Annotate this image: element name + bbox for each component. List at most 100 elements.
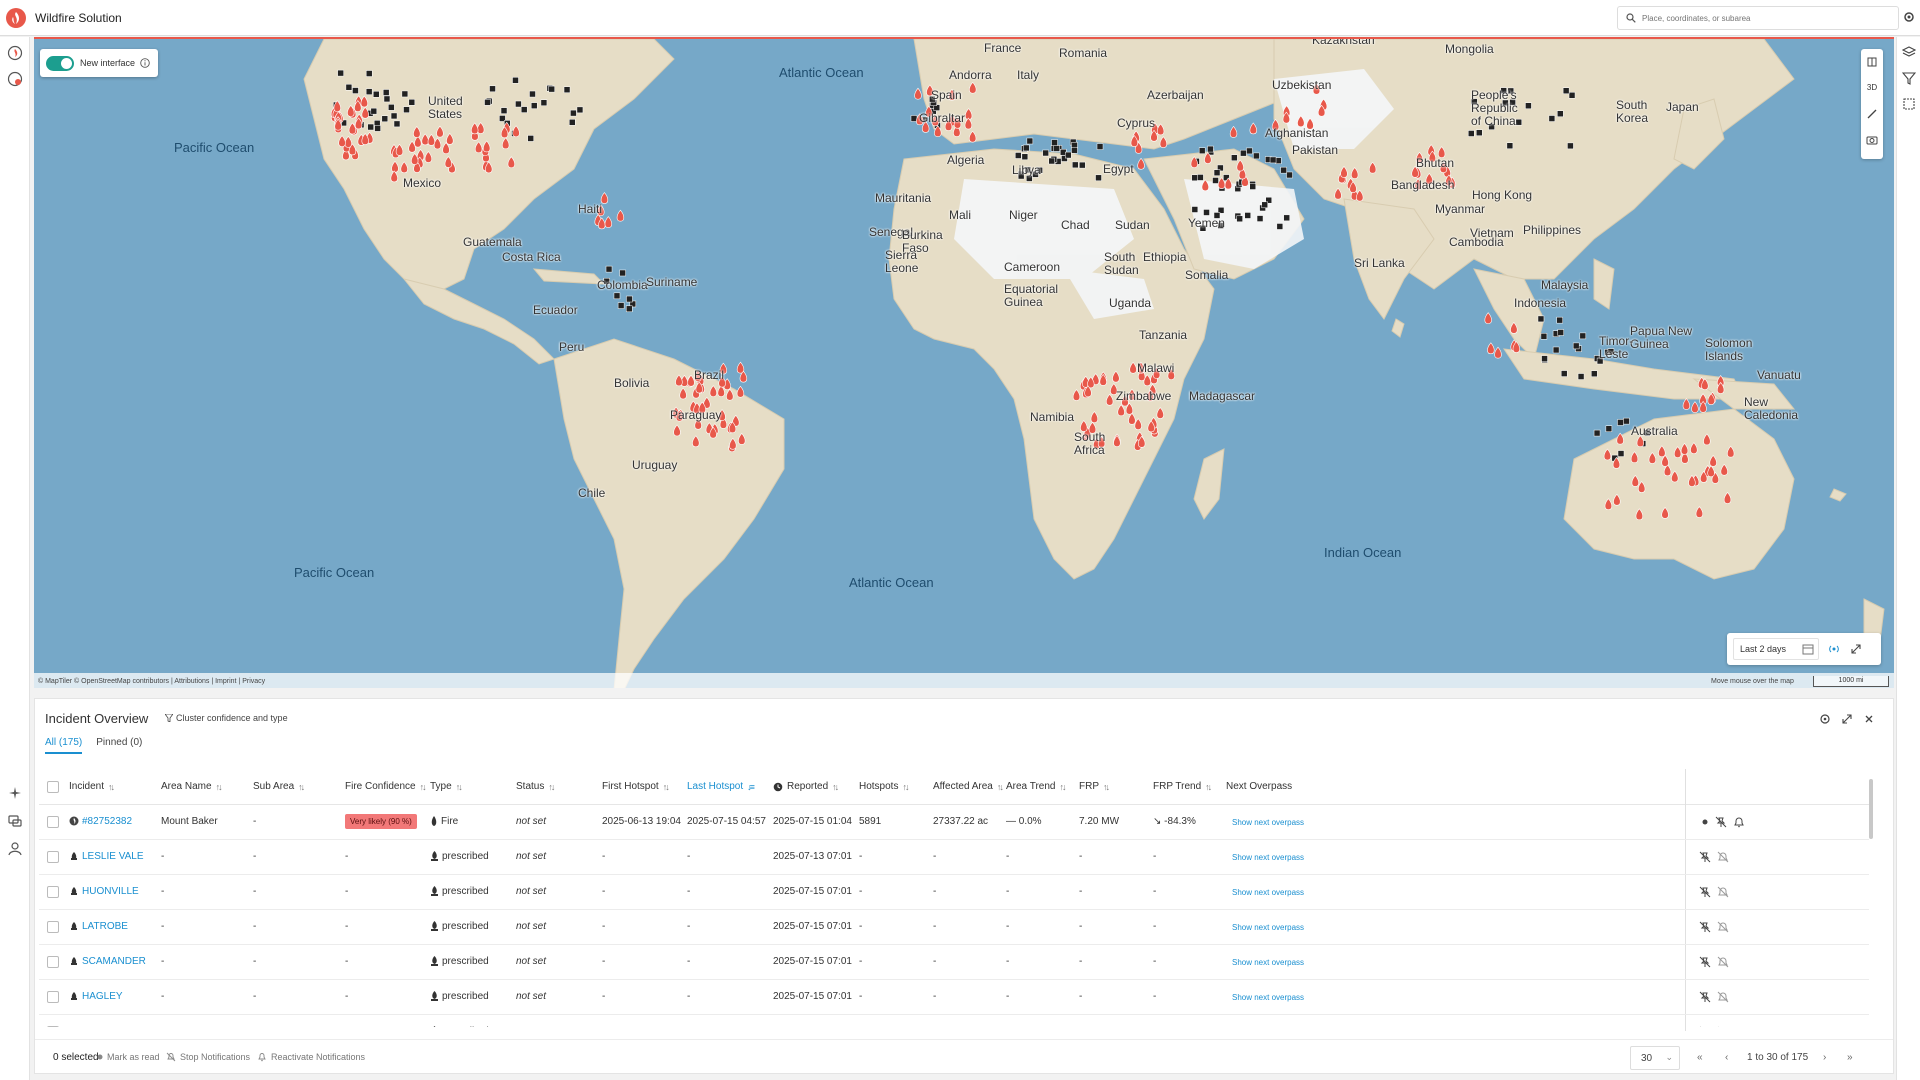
status-cell[interactable]: not set — [516, 991, 546, 1002]
industrial-marker[interactable] — [529, 90, 536, 98]
industrial-marker[interactable] — [570, 109, 577, 117]
3d-view-button[interactable]: 3D — [1865, 81, 1879, 95]
fire-globe-icon[interactable] — [7, 45, 23, 61]
industrial-marker[interactable] — [408, 99, 416, 106]
row-checkbox[interactable] — [47, 921, 59, 933]
pin-off-icon[interactable] — [1699, 886, 1711, 898]
bell-off-icon[interactable] — [1717, 991, 1729, 1003]
industrial-marker[interactable] — [1556, 316, 1563, 324]
next-page-button[interactable]: › — [1823, 1052, 1826, 1063]
reactivate-notifications-button[interactable]: Reactivate Notifications — [257, 1052, 365, 1062]
row-checkbox[interactable] — [47, 956, 59, 968]
industrial-marker[interactable] — [1096, 143, 1104, 150]
first-page-button[interactable]: « — [1697, 1052, 1703, 1063]
industrial-marker[interactable] — [605, 265, 613, 273]
bell-off-icon[interactable] — [1717, 1026, 1729, 1027]
settings-icon[interactable] — [1819, 713, 1831, 725]
layers-icon[interactable] — [1902, 45, 1916, 59]
row-checkbox[interactable] — [47, 851, 59, 863]
industrial-marker[interactable] — [540, 99, 548, 106]
industrial-marker[interactable] — [1280, 166, 1287, 174]
status-cell[interactable]: not set — [516, 851, 546, 862]
industrial-marker[interactable] — [1562, 87, 1570, 94]
industrial-marker[interactable] — [1079, 161, 1086, 169]
industrial-marker[interactable] — [1071, 146, 1078, 154]
industrial-marker[interactable] — [1236, 215, 1243, 223]
industrial-marker[interactable] — [1283, 214, 1290, 222]
incident-cell[interactable]: HUONVILLE — [69, 886, 139, 897]
industrial-marker[interactable] — [337, 69, 344, 77]
sidebar-icon[interactable] — [1865, 55, 1879, 69]
status-cell[interactable]: not set — [516, 816, 546, 827]
column-header-affected-area[interactable]: Affected Area ↑↓ — [933, 781, 1004, 792]
industrial-marker[interactable] — [1540, 333, 1548, 340]
incident-link[interactable]: LESLIE VALE — [82, 851, 144, 862]
incident-cell[interactable]: SCAMANDER — [69, 956, 146, 967]
industrial-marker[interactable] — [1548, 115, 1556, 122]
maximize-icon[interactable] — [1841, 713, 1853, 725]
column-header-fire-confidence[interactable]: Fire Confidence ↑↓ — [345, 781, 427, 792]
industrial-marker[interactable] — [548, 85, 555, 93]
industrial-marker[interactable] — [1276, 223, 1284, 230]
incident-link[interactable]: CARLTON — [82, 1026, 129, 1027]
industrial-marker[interactable] — [1231, 154, 1238, 161]
industrial-marker[interactable] — [515, 100, 522, 108]
industrial-marker[interactable] — [1541, 355, 1548, 362]
show-next-overpass-link[interactable]: Show next overpass — [1232, 993, 1304, 1002]
industrial-marker[interactable] — [1022, 144, 1030, 152]
industrial-marker[interactable] — [1042, 149, 1049, 157]
industrial-marker[interactable] — [1605, 425, 1613, 432]
pin-off-icon[interactable] — [1699, 921, 1711, 933]
live-signal-icon[interactable] — [1827, 642, 1841, 656]
industrial-marker[interactable] — [365, 88, 373, 95]
industrial-marker[interactable] — [1552, 346, 1560, 354]
industrial-marker[interactable] — [1191, 206, 1199, 213]
calendar-icon[interactable] — [1801, 642, 1815, 656]
industrial-marker[interactable] — [1198, 147, 1206, 154]
industrial-marker[interactable] — [1253, 152, 1260, 160]
bell-icon[interactable] — [1733, 816, 1745, 828]
column-header-incident[interactable]: Incident ↑↓ — [69, 781, 115, 792]
industrial-marker[interactable] — [1053, 145, 1060, 152]
search-input[interactable] — [1642, 13, 1882, 23]
status-cell[interactable]: not set — [516, 956, 546, 967]
table-row[interactable]: HUONVILLE - - - prescribed not set - -2025-07-1… — [39, 875, 1869, 910]
industrial-marker[interactable] — [1623, 417, 1630, 425]
tab-all[interactable]: All (175) — [45, 737, 83, 754]
show-next-overpass-link[interactable]: Show next overpass — [1232, 923, 1304, 932]
column-header-next-overpass[interactable]: Next Overpass — [1226, 781, 1292, 792]
table-row[interactable]: LESLIE VALE - - - prescribed not set - -2025-07… — [39, 840, 1869, 875]
industrial-marker[interactable] — [1557, 329, 1564, 336]
status-cell[interactable]: not set — [516, 921, 546, 932]
table-scrollbar[interactable] — [1869, 779, 1873, 839]
gear-icon[interactable] — [1902, 10, 1916, 24]
industrial-marker[interactable] — [1269, 156, 1277, 164]
industrial-marker[interactable] — [1525, 102, 1532, 109]
new-interface-toggle[interactable] — [46, 55, 74, 71]
table-row[interactable]: #82752382 Mount Baker - Very likely (90 %) F… — [39, 805, 1869, 840]
industrial-marker[interactable] — [381, 115, 389, 123]
column-header-sub-area[interactable]: Sub Area ↑↓ — [253, 781, 305, 792]
industrial-marker[interactable] — [1591, 370, 1598, 377]
fire-marker[interactable] — [604, 216, 613, 228]
fire-marker[interactable] — [1487, 342, 1495, 355]
industrial-marker[interactable] — [1557, 110, 1564, 117]
industrial-marker[interactable] — [527, 135, 534, 142]
pin-off-icon[interactable] — [1699, 1026, 1711, 1027]
expand-icon[interactable] — [1849, 642, 1863, 656]
industrial-marker[interactable] — [1095, 174, 1102, 182]
show-next-overpass-link[interactable]: Show next overpass — [1232, 958, 1304, 967]
industrial-marker[interactable] — [1244, 212, 1251, 219]
industrial-marker[interactable] — [383, 95, 391, 103]
industrial-marker[interactable] — [530, 102, 538, 109]
fire-marker[interactable] — [1249, 122, 1257, 135]
fire-marker[interactable] — [1691, 401, 1699, 413]
column-header-type[interactable]: Type ↑↓ — [430, 781, 463, 792]
bell-off-icon[interactable] — [1717, 921, 1729, 933]
industrial-marker[interactable] — [345, 83, 353, 91]
industrial-marker[interactable] — [1021, 153, 1029, 161]
row-checkbox[interactable] — [47, 1026, 59, 1027]
status-cell[interactable]: not set — [516, 886, 546, 897]
industrial-marker[interactable] — [568, 119, 576, 126]
column-header-first-hotspot[interactable]: First Hotspot ↑↓ — [602, 781, 670, 792]
